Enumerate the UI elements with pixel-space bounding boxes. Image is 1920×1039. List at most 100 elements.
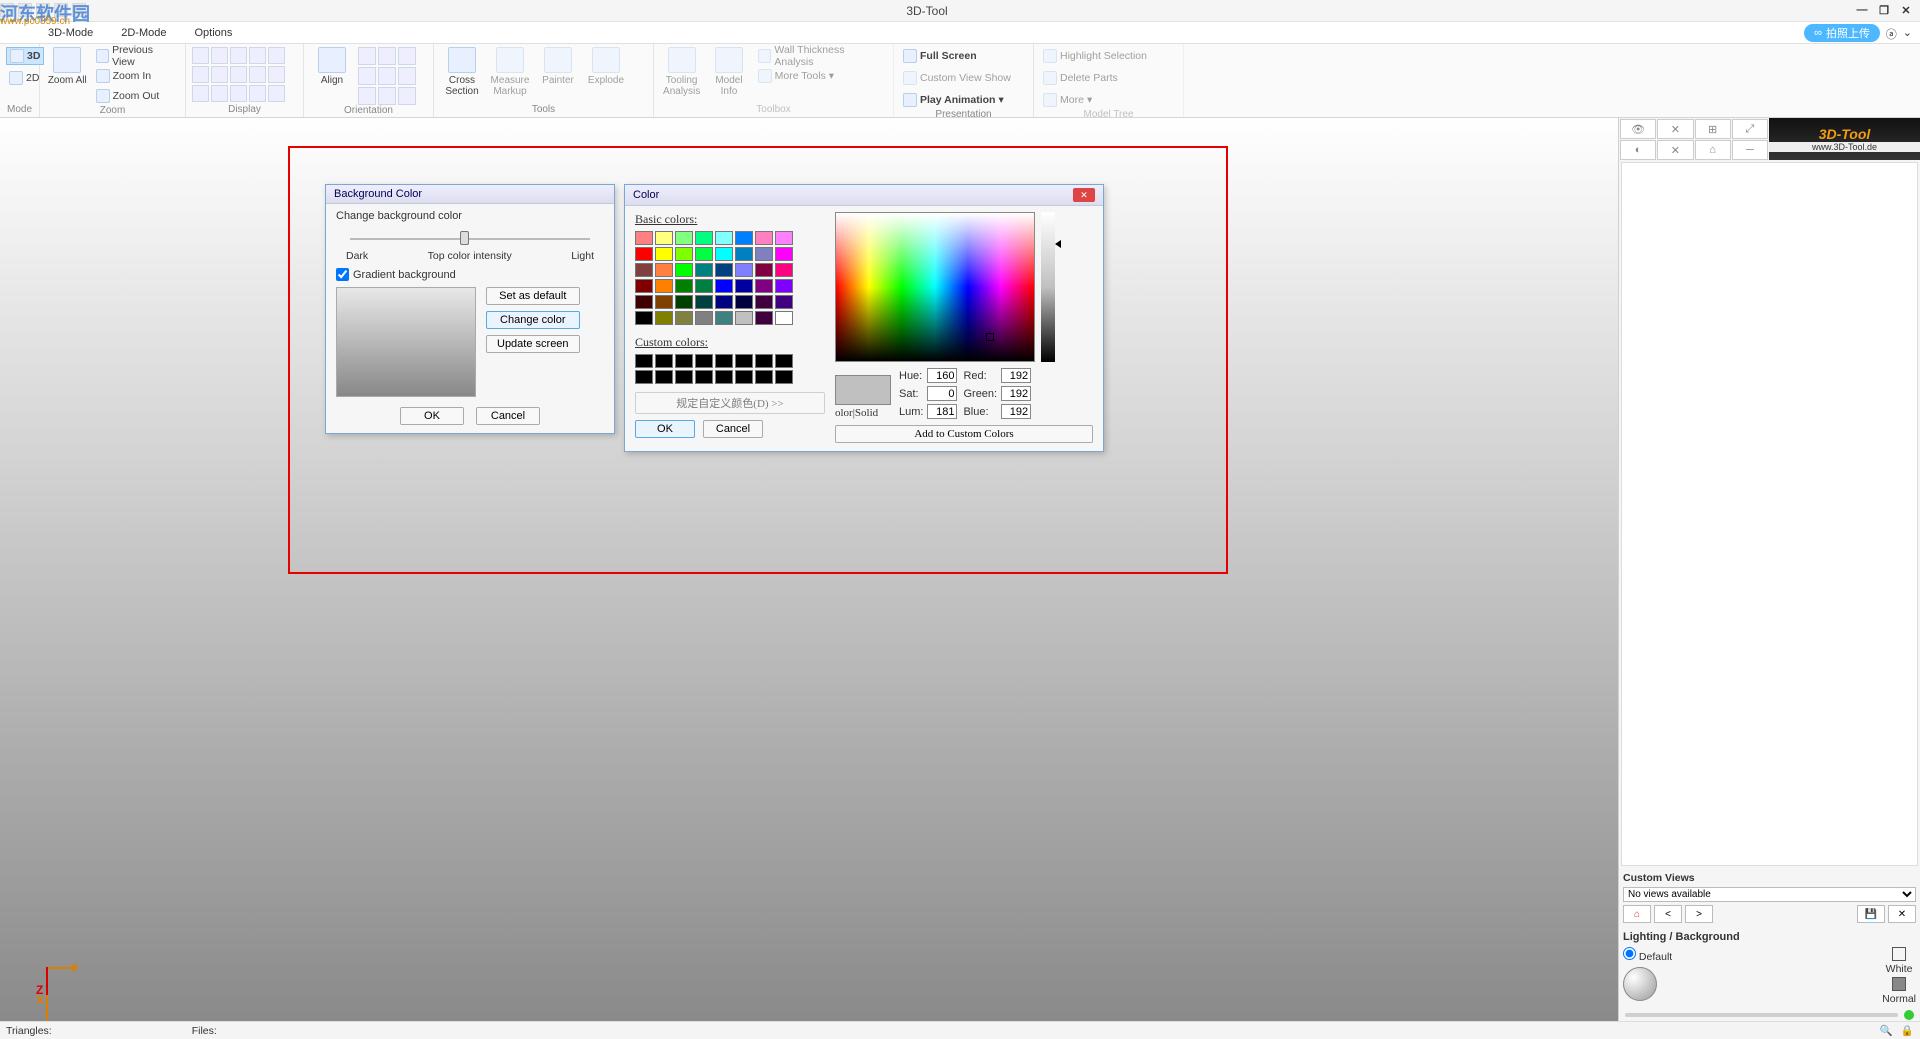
color-cancel-button[interactable]: Cancel [703, 420, 763, 438]
swatch[interactable] [695, 247, 713, 261]
about-icon[interactable]: ⌄ [1903, 26, 1912, 42]
tree-toolbar[interactable]: 👁✕⊞⤢ ◐✕⌂─ [1619, 118, 1769, 160]
sat-input[interactable] [927, 386, 957, 401]
zoom-in-button[interactable]: Zoom In [93, 67, 179, 85]
color-close-button[interactable]: ✕ [1073, 188, 1095, 202]
basic-colors-grid[interactable] [635, 231, 825, 325]
swatch[interactable] [635, 231, 653, 245]
painter-button[interactable]: Painter [536, 47, 580, 86]
swatch[interactable] [635, 247, 653, 261]
swatch[interactable] [735, 279, 753, 293]
full-screen-button[interactable]: Full Screen [900, 47, 980, 65]
custom-view-show-button[interactable]: Custom View Show [900, 69, 1014, 87]
swatch[interactable] [715, 247, 733, 261]
luminance-bar[interactable] [1041, 212, 1055, 362]
maximize-button[interactable]: ❐ [1876, 4, 1892, 17]
swatch[interactable] [735, 247, 753, 261]
xg-icon[interactable]: ✕ [1657, 140, 1693, 160]
swatch[interactable] [655, 247, 673, 261]
zoom-all-button[interactable]: Zoom All [46, 47, 89, 86]
swatch[interactable] [755, 311, 773, 325]
home-icon[interactable]: ⌂ [1695, 140, 1731, 160]
swatch[interactable] [695, 263, 713, 277]
default-lighting-radio[interactable]: Default [1623, 951, 1672, 963]
tab-3d-mode[interactable]: 3D-Mode [48, 27, 93, 39]
change-color-button[interactable]: Change color [486, 311, 580, 329]
swatch[interactable] [735, 295, 753, 309]
swatch[interactable] [775, 263, 793, 277]
swatch[interactable] [655, 295, 673, 309]
swatch[interactable] [655, 279, 673, 293]
define-custom-button[interactable]: 规定自定义颜色(D) >> [635, 392, 825, 414]
del-view-button[interactable]: ✕ [1888, 905, 1916, 923]
highlight-selection-button[interactable]: Highlight Selection [1040, 47, 1150, 65]
swatch[interactable] [675, 295, 693, 309]
swatch[interactable] [755, 295, 773, 309]
swatch[interactable] [675, 247, 693, 261]
swatch[interactable] [775, 247, 793, 261]
x-icon[interactable]: ✕ [1657, 119, 1693, 139]
update-screen-button[interactable]: Update screen [486, 335, 580, 353]
minimize-button[interactable]: — [1854, 4, 1870, 17]
close-button[interactable]: ✕ [1898, 4, 1914, 17]
swatch[interactable] [715, 311, 733, 325]
swatch[interactable] [655, 231, 673, 245]
upload-button[interactable]: ∞拍照上传 [1804, 24, 1880, 42]
next-view-button[interactable]: > [1685, 905, 1713, 923]
swatch[interactable] [635, 263, 653, 277]
custom-views-select[interactable]: No views available [1623, 887, 1916, 902]
add-custom-color-button[interactable]: Add to Custom Colors [835, 425, 1093, 443]
play-animation-button[interactable]: Play Animation ▾ [900, 91, 1007, 109]
bg-ok-button[interactable]: OK [400, 407, 464, 425]
color-spectrum[interactable] [835, 212, 1035, 362]
mode-3d-button[interactable]: 3D [6, 47, 44, 65]
swatch[interactable] [695, 279, 713, 293]
swatch[interactable] [635, 295, 653, 309]
display-grid[interactable] [192, 47, 285, 102]
swatch[interactable] [775, 279, 793, 293]
swatch[interactable] [655, 263, 673, 277]
swatch[interactable] [755, 231, 773, 245]
intensity-slider[interactable] [350, 230, 590, 248]
swatch[interactable] [775, 231, 793, 245]
lum-input[interactable] [927, 404, 957, 419]
color-ok-button[interactable]: OK [635, 420, 695, 438]
swatch[interactable] [695, 295, 713, 309]
swatch[interactable] [755, 279, 773, 293]
normal-swatch[interactable] [1892, 977, 1906, 991]
swatch[interactable] [675, 279, 693, 293]
swatch[interactable] [755, 247, 773, 261]
eye2-icon[interactable]: ◐ [1620, 140, 1656, 160]
swatch[interactable] [715, 263, 733, 277]
swatch[interactable] [775, 295, 793, 309]
tooling-analysis-button[interactable]: Tooling Analysis [660, 47, 703, 97]
previous-view-button[interactable]: Previous View [93, 47, 179, 65]
model-tree[interactable] [1621, 162, 1918, 866]
save-view-button[interactable]: 💾 [1857, 905, 1885, 923]
tab-options[interactable]: Options [195, 27, 233, 39]
blue-input[interactable] [1001, 404, 1031, 419]
swatch[interactable] [735, 311, 753, 325]
zoom-icon[interactable]: 🔍 [1880, 1024, 1893, 1037]
red-input[interactable] [1001, 368, 1031, 383]
gradient-checkbox[interactable]: Gradient background [336, 268, 604, 281]
swatch[interactable] [775, 311, 793, 325]
swatch[interactable] [695, 311, 713, 325]
orientation-grid[interactable] [358, 47, 416, 105]
grid-icon[interactable]: ⊞ [1695, 119, 1731, 139]
swatch[interactable] [695, 231, 713, 245]
delete-parts-button[interactable]: Delete Parts [1040, 69, 1121, 87]
lock-icon[interactable]: 🔒 [1901, 1024, 1914, 1037]
swatch[interactable] [715, 231, 733, 245]
swatch[interactable] [675, 263, 693, 277]
swatch[interactable] [735, 231, 753, 245]
expand-icon[interactable]: ⤢ [1732, 119, 1768, 139]
tab-2d-mode[interactable]: 2D-Mode [121, 27, 166, 39]
explode-button[interactable]: Explode [584, 47, 628, 86]
white-swatch[interactable] [1892, 947, 1906, 961]
swatch[interactable] [735, 263, 753, 277]
eye-icon[interactable]: 👁 [1620, 119, 1656, 139]
model-info-button[interactable]: Model Info [707, 47, 750, 97]
help-icon[interactable]: ⓐ [1886, 26, 1897, 42]
bg-cancel-button[interactable]: Cancel [476, 407, 540, 425]
